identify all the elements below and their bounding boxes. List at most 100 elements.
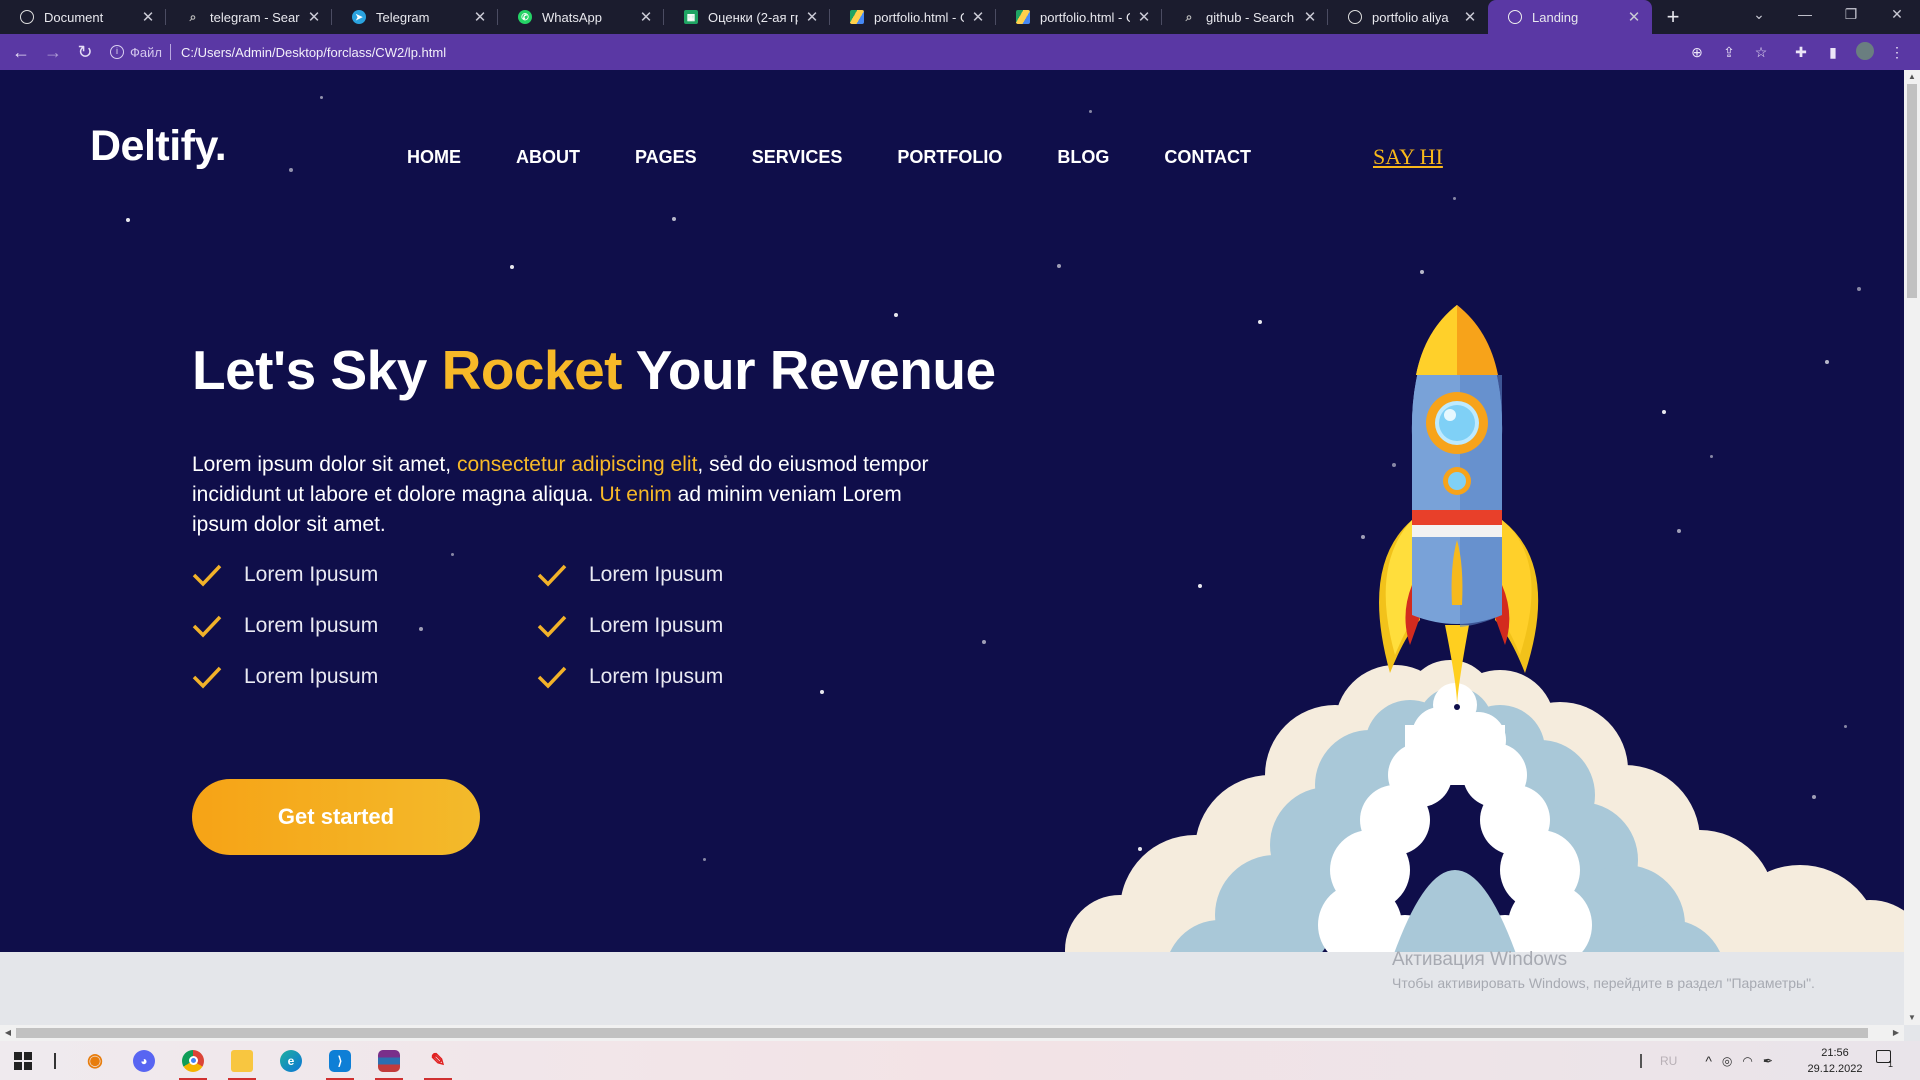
url-text: C:/Users/Admin/Desktop/forclass/CW2/lp.h… — [180, 44, 447, 60]
tab-whatsapp[interactable]: ✆ WhatsApp ✕ — [498, 0, 664, 34]
star — [703, 858, 706, 861]
star — [126, 218, 130, 222]
tab-strip: Document ✕ ⌕ telegram - Search ✕ ➤ Teleg… — [0, 0, 1920, 34]
tab-drive-1[interactable]: portfolio.html - Go ✕ — [830, 0, 996, 34]
windows-activation-watermark: Активация Windows Чтобы активировать Win… — [1392, 949, 1815, 991]
address-bar: ← → ↻ i Файл C:/Users/Admin/Desktop/forc… — [0, 34, 1920, 70]
globe-icon — [1348, 10, 1362, 24]
hero-paragraph: Lorem ipsum dolor sit amet, consectetur … — [192, 453, 929, 536]
nav-portfolio[interactable]: PORTFOLIO — [897, 147, 1002, 168]
nav-contact[interactable]: CONTACT — [1164, 147, 1251, 168]
windows-logo-icon — [14, 1051, 32, 1070]
chevron-up-icon[interactable]: ^ — [1705, 1053, 1712, 1069]
star — [451, 553, 454, 556]
info-icon[interactable]: i — [110, 45, 124, 59]
tab-sheets[interactable]: ▦ Оценки (2-ая груп ✕ — [664, 0, 830, 34]
close-icon[interactable]: ✕ — [970, 8, 986, 26]
discord-icon[interactable]: ◕ — [121, 1041, 167, 1080]
globe-icon — [20, 10, 34, 24]
tab-telegram[interactable]: ➤ Telegram ✕ — [332, 0, 498, 34]
back-button[interactable]: ← — [10, 41, 32, 63]
check-icon — [192, 615, 222, 638]
drive-icon — [1016, 10, 1030, 24]
nav-blog[interactable]: BLOG — [1057, 147, 1109, 168]
chrome-icon[interactable] — [170, 1041, 216, 1080]
webcam-icon[interactable]: ◎ — [1722, 1054, 1732, 1068]
new-tab-button[interactable]: + — [1661, 4, 1685, 30]
nav-services[interactable]: SERVICES — [752, 147, 843, 168]
tab-github-search[interactable]: ⌕ github - Search res ✕ — [1162, 0, 1328, 34]
star — [982, 640, 986, 644]
tab-portfolio-aliya[interactable]: portfolio aliya ✕ — [1328, 0, 1488, 34]
url-field[interactable]: i Файл C:/Users/Admin/Desktop/forclass/C… — [110, 38, 1670, 66]
feature-item: Lorem Ipusum — [192, 614, 378, 638]
tab-title: portfolio aliya — [1372, 9, 1449, 25]
zoom-icon[interactable]: ⊕ — [1687, 42, 1707, 62]
feature-item: Lorem Ipusum — [537, 665, 723, 689]
notifications-icon[interactable]: 1 — [1876, 1050, 1898, 1070]
feature-item: Lorem Ipusum — [537, 614, 723, 638]
nav-pages[interactable]: PAGES — [635, 147, 697, 168]
drive-icon — [850, 10, 864, 24]
language-indicator[interactable]: RU — [1660, 1054, 1677, 1068]
close-icon[interactable]: ✕ — [1136, 8, 1152, 26]
system-tray: RU ^ ◎ ◠ ✒ — [1640, 1041, 1783, 1080]
close-icon[interactable]: ✕ — [804, 8, 820, 26]
close-icon[interactable]: ✕ — [1626, 8, 1642, 26]
file-explorer-icon[interactable] — [219, 1041, 265, 1080]
close-window-button[interactable]: ✕ — [1874, 0, 1920, 30]
vscode-icon[interactable]: ⟩ — [317, 1041, 363, 1080]
star — [510, 265, 514, 269]
star — [1420, 270, 1424, 274]
feature-item: Lorem Ipusum — [192, 563, 378, 587]
profile-avatar[interactable] — [1855, 42, 1875, 62]
nav-home[interactable]: HOME — [407, 147, 461, 168]
telegram-icon: ➤ — [352, 10, 366, 24]
forward-button[interactable]: → — [42, 41, 64, 63]
side-panel-icon[interactable]: ▮ — [1823, 42, 1843, 62]
main-nav: HOME ABOUT PAGES SERVICES PORTFOLIO BLOG… — [407, 147, 1306, 168]
paint-icon[interactable]: ✎ — [415, 1041, 461, 1080]
blender-icon[interactable]: ◉ — [72, 1041, 118, 1080]
tab-title: WhatsApp — [542, 9, 602, 25]
nav-about[interactable]: ABOUT — [516, 147, 580, 168]
clock[interactable]: 21:56 29.12.2022 — [1805, 1045, 1865, 1077]
tab-title: Document — [44, 9, 104, 25]
menu-icon[interactable]: ⋮ — [1887, 42, 1907, 62]
star — [820, 690, 824, 694]
close-icon[interactable]: ✕ — [140, 8, 156, 26]
bookmark-star-icon[interactable]: ☆ — [1751, 42, 1771, 62]
site-logo[interactable]: Deltify. — [90, 122, 227, 171]
feature-item: Lorem Ipusum — [192, 665, 378, 689]
close-icon[interactable]: ✕ — [638, 8, 654, 26]
winrar-icon[interactable] — [366, 1041, 412, 1080]
close-icon[interactable]: ✕ — [1462, 8, 1478, 26]
star — [1857, 287, 1861, 291]
close-icon[interactable]: ✕ — [1302, 8, 1318, 26]
horizontal-scrollbar[interactable]: ◀ ▶ — [0, 1025, 1904, 1041]
tab-drive-2[interactable]: portfolio.html - Go ✕ — [996, 0, 1162, 34]
tab-search-icon[interactable]: ⌄ — [1736, 0, 1782, 30]
get-started-button[interactable]: Get started — [192, 779, 480, 855]
minimize-button[interactable]: — — [1782, 0, 1828, 30]
check-icon — [537, 666, 567, 689]
close-icon[interactable]: ✕ — [306, 8, 322, 26]
extensions-icon[interactable]: ✚ — [1791, 42, 1811, 62]
whatsapp-icon: ✆ — [518, 10, 532, 24]
check-icon — [192, 666, 222, 689]
star — [289, 168, 293, 172]
star — [672, 217, 676, 221]
restore-button[interactable]: ❐ — [1828, 0, 1874, 30]
reload-button[interactable]: ↻ — [74, 41, 96, 63]
star — [1057, 264, 1061, 268]
tab-telegram-search[interactable]: ⌕ telegram - Search ✕ — [166, 0, 332, 34]
say-hi-link[interactable]: SAY HI — [1373, 144, 1443, 170]
close-icon[interactable]: ✕ — [472, 8, 488, 26]
pen-icon[interactable]: ✒ — [1763, 1054, 1773, 1068]
share-icon[interactable]: ⇪ — [1719, 42, 1739, 62]
edge-icon[interactable]: e — [268, 1041, 314, 1080]
tab-document[interactable]: Document ✕ — [0, 0, 166, 34]
vertical-scrollbar[interactable]: ▲ ▼ — [1904, 70, 1920, 1025]
tab-landing[interactable]: Landing ✕ — [1488, 0, 1652, 34]
wifi-icon[interactable]: ◠ — [1742, 1054, 1752, 1068]
